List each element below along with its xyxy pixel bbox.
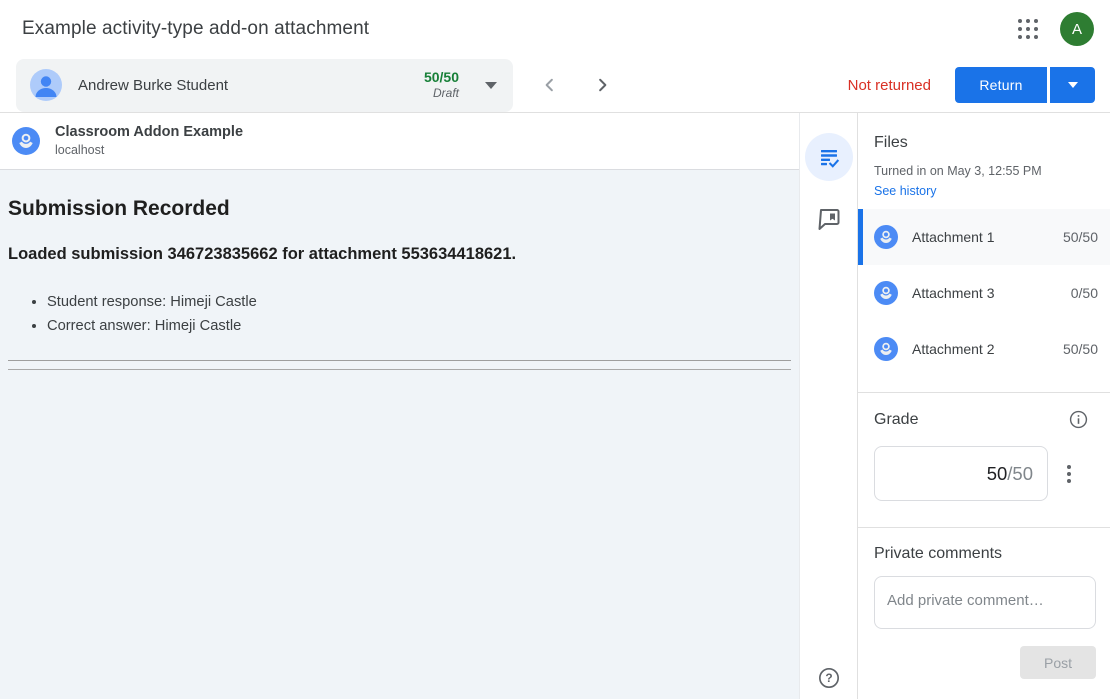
addon-app-icon [874,225,898,249]
help-button[interactable]: ? [818,667,840,689]
grade-title: Grade [874,411,918,429]
page-title: Example activity-type add-on attachment [22,18,369,40]
turned-in-timestamp: Turned in on May 3, 12:55 PM [874,164,1094,178]
addon-title: Classroom Addon Example [55,123,243,142]
attachment-row[interactable]: Attachment 3 0/50 [858,265,1110,321]
files-title: Files [874,134,1094,152]
student-grade-score: 50/50 [424,69,459,87]
chevron-down-icon [485,82,497,89]
account-avatar[interactable]: A [1060,12,1094,46]
comment-bank-button[interactable] [817,207,841,231]
main-region: Classroom Addon Example localhost Submis… [0,113,1110,699]
classroom-grading-app: Example activity-type add-on attachment … [0,0,1110,699]
private-comment-input[interactable] [874,576,1096,629]
addon-app-icon [12,127,40,155]
student-name: Andrew Burke Student [78,77,228,94]
private-comments-title: Private comments [874,545,1096,563]
grade-denominator: /50 [1007,463,1033,485]
info-icon[interactable] [1069,410,1088,429]
chevron-right-icon [593,76,611,94]
attachment-score: 0/50 [1071,285,1098,301]
attachment-label: Attachment 2 [912,341,995,357]
status-badge: Not returned [848,77,931,94]
return-menu-button[interactable] [1050,67,1095,103]
attachment-label: Attachment 1 [912,229,995,245]
addon-subtitle: localhost [55,142,243,158]
attachment-label: Attachment 3 [912,285,995,301]
attachment-preview-panel: Classroom Addon Example localhost Submis… [0,113,800,699]
attachment-score: 50/50 [1063,341,1098,357]
addon-content-frame: Submission Recorded Loaded submission 34… [0,170,799,699]
grading-toolbar: Andrew Burke Student 50/50 Draft Not ret… [0,58,1110,113]
chevron-left-icon [541,76,559,94]
grade-input[interactable]: 50/50 [874,446,1048,501]
divider [8,360,791,361]
submission-heading: Submission Recorded [8,197,791,221]
next-student-button[interactable] [587,70,617,100]
top-header: Example activity-type add-on attachment … [0,0,1110,58]
list-item: Correct answer: Himeji Castle [47,314,791,338]
files-section-header: Files Turned in on May 3, 12:55 PM See h… [858,113,1110,200]
private-comments-section: Private comments Post [858,528,1110,679]
addon-app-icon [874,337,898,361]
attachment-row[interactable]: Attachment 2 50/50 [858,321,1110,377]
student-grade-summary: 50/50 Draft [424,69,459,102]
header-actions: A [1014,12,1094,46]
grade-section: Grade 50/50 [858,393,1110,527]
kebab-icon [1067,465,1071,469]
grade-value: 50 [987,463,1008,485]
submission-detail-list: Student response: Himeji Castle Correct … [8,290,791,338]
help-icon: ? [818,667,840,689]
attachment-row[interactable]: Attachment 1 50/50 [858,209,1110,265]
tool-rail: ? [800,113,857,699]
grading-tool-button[interactable] [805,133,853,181]
student-grade-state: Draft [424,86,459,101]
see-history-link[interactable]: See history [874,184,937,198]
attachment-score: 50/50 [1063,229,1098,245]
submission-subheading: Loaded submission 346723835662 for attac… [8,245,791,264]
chevron-down-icon [1068,82,1078,88]
addon-app-icon [874,281,898,305]
previous-student-button[interactable] [535,70,565,100]
return-button[interactable]: Return [955,67,1047,103]
grade-overflow-menu-button[interactable] [1061,459,1077,489]
svg-text:?: ? [825,671,832,685]
list-item: Student response: Himeji Castle [47,290,791,314]
student-selector[interactable]: Andrew Burke Student 50/50 Draft [16,59,513,112]
grading-icon [817,145,841,169]
comment-bank-icon [817,207,841,231]
return-button-group: Return [955,67,1095,103]
student-avatar-icon [30,69,62,101]
addon-header: Classroom Addon Example localhost [0,113,799,170]
attachment-list: Attachment 1 50/50 Attachment 3 0/50 [858,209,1110,377]
grading-sidebar: Files Turned in on May 3, 12:55 PM See h… [857,113,1110,699]
post-comment-button[interactable]: Post [1020,646,1096,679]
divider [8,369,791,370]
apps-grid-icon[interactable] [1014,15,1042,43]
